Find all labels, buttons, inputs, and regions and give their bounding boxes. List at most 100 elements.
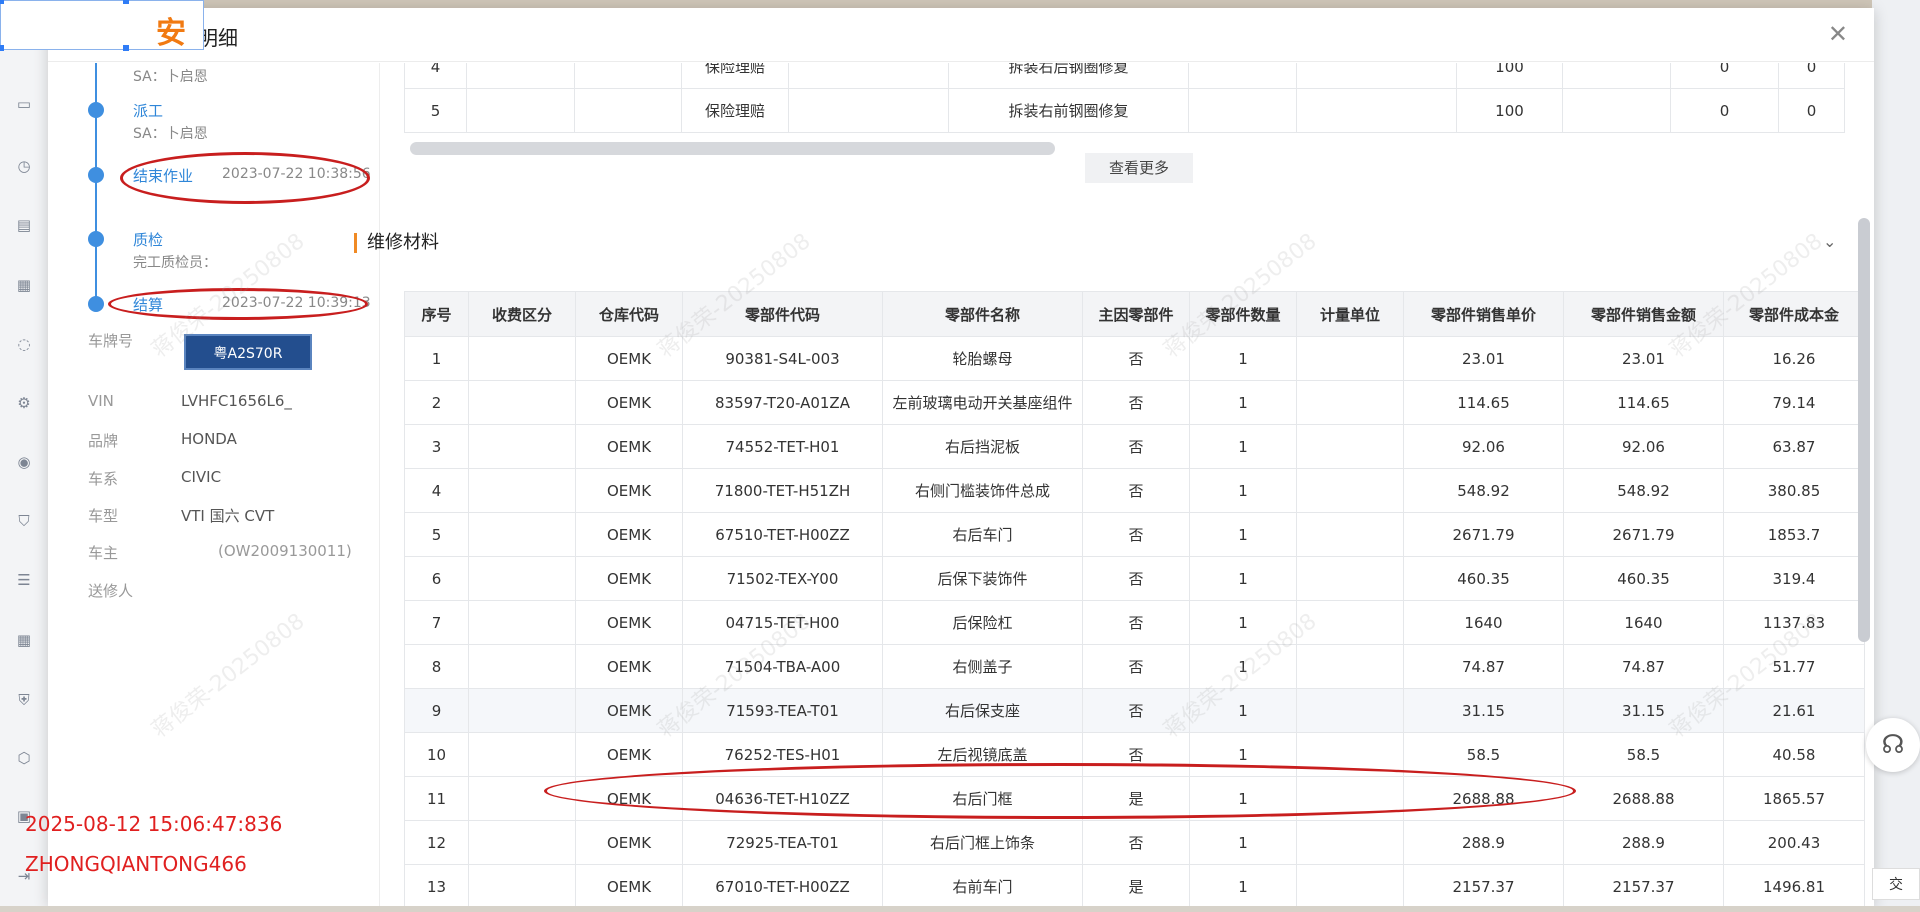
table-cell: 1	[1189, 512, 1297, 557]
table-row[interactable]: 6 OEMK 71502-TEX-Y00 后保下装饰件否 1 460.35 460.35 31…	[404, 556, 1865, 601]
table-cell: 右后车门	[882, 512, 1083, 557]
horizontal-scrollbar[interactable]	[410, 142, 1055, 155]
modal-header: 记录明细 ✕	[48, 8, 1874, 62]
field-value-model: VTI 国六 CVT	[181, 507, 275, 525]
table-cell: 是	[1082, 864, 1190, 906]
table-cell: 保险理赔	[681, 88, 789, 133]
table-cell: 90381-S4L-003	[682, 336, 883, 381]
field-label-model: 车型	[88, 507, 119, 525]
table-cell	[788, 63, 949, 89]
table-cell	[468, 864, 576, 906]
table-cell: OEMK	[575, 468, 683, 513]
table-cell: 2671.79	[1563, 512, 1724, 557]
column-header: 收费区分	[468, 291, 576, 337]
chevron-down-icon[interactable]: ⌄	[1823, 232, 1836, 251]
plate-label: 车牌号	[88, 332, 134, 350]
table-cell	[1562, 88, 1671, 133]
table-cell: 1865.57	[1723, 776, 1865, 821]
table-row[interactable]: 5 OEMK 67510-TET-H00ZZ 右后车门否 1 2671.79 2671.79…	[404, 512, 1865, 557]
settings-icon[interactable]: ⚙	[14, 393, 34, 413]
table-cell: 83597-T20-A01ZA	[682, 380, 883, 425]
table-cell: 否	[1082, 424, 1190, 469]
table-row[interactable]: 1 OEMK 90381-S4L-003 轮胎螺母否 1 23.01 23.01 16.26	[404, 336, 1865, 381]
table-cell	[468, 556, 576, 601]
cube-icon[interactable]: ⬡	[14, 748, 34, 768]
table-cell: 1640	[1563, 600, 1724, 645]
table-cell: 1640	[1403, 600, 1564, 645]
table-cell: 2157.37	[1563, 864, 1724, 906]
table-cell: 74.87	[1403, 644, 1564, 689]
close-icon[interactable]: ✕	[1828, 22, 1848, 46]
table-cell: 1853.7	[1723, 512, 1865, 557]
table-cell: 40.58	[1723, 732, 1865, 777]
column-header: 序号	[404, 291, 469, 337]
table-cell: 拆装右前钢圈修复	[948, 88, 1189, 133]
clipboard-icon[interactable]: ▤	[14, 215, 34, 235]
column-header: 计量单位	[1296, 291, 1404, 337]
user-icon[interactable]: ◉	[14, 452, 34, 472]
clock-icon[interactable]: ◷	[14, 156, 34, 176]
table-cell	[468, 380, 576, 425]
table-cell: 5	[404, 512, 469, 557]
table-cell: 后保下装饰件	[882, 556, 1083, 601]
list-icon[interactable]: ☰	[14, 570, 34, 590]
table-cell: 1	[1189, 468, 1297, 513]
table-cell	[1188, 88, 1297, 133]
selection-handle	[123, 0, 129, 4]
vertical-scrollbar[interactable]	[1858, 218, 1870, 642]
table-cell: 72925-TEA-T01	[682, 820, 883, 865]
timeline-line	[95, 63, 97, 303]
table-cell	[468, 820, 576, 865]
table-cell: 79.14	[1723, 380, 1865, 425]
table-cell: 右后门框上饰条	[882, 820, 1083, 865]
view-more-button[interactable]: 查看更多	[1085, 153, 1193, 183]
table-cell: 否	[1082, 556, 1190, 601]
annotation-ellipse	[544, 763, 1576, 819]
table-cell: 3	[404, 424, 469, 469]
table-cell: 31.15	[1403, 688, 1564, 733]
table-cell	[1296, 424, 1404, 469]
table-cell	[1562, 63, 1671, 89]
annotation-ellipse	[120, 152, 370, 204]
table-cell: 0	[1778, 63, 1845, 89]
table-cell: 0	[1670, 88, 1779, 133]
field-value-owner: (OW2009130011)	[218, 542, 352, 560]
table-row[interactable]: 9 OEMK 71593-TEA-T01 右后保支座否 1 31.15 31.15 21.61	[404, 688, 1865, 733]
table-cell	[1296, 864, 1404, 906]
table-cell: 114.65	[1563, 380, 1724, 425]
table-cell: 2157.37	[1403, 864, 1564, 906]
submit-button[interactable]: 交	[1872, 868, 1920, 900]
table-cell: 7	[404, 600, 469, 645]
labor-items-table: 4 保险理赔 拆装右后钢圈修复 100 0 0 5 保险理赔 拆装右前钢圈修复 100 0 0	[404, 63, 1845, 133]
table-row[interactable]: 3 OEMK 74552-TET-H01 右后挡泥板否 1 92.06 92.06 63.87	[404, 424, 1865, 469]
table-cell: 否	[1082, 600, 1190, 645]
background-right	[1872, 0, 1920, 912]
table-cell	[468, 600, 576, 645]
table-row[interactable]: 12 OEMK 72925-TEA-T01 右后门框上饰条否 1 288.9 288.9 20…	[404, 820, 1865, 865]
table-cell: 1	[1189, 336, 1297, 381]
table-cell	[1296, 336, 1404, 381]
customer-service-icon[interactable]: ☊	[1866, 718, 1920, 772]
table-cell	[468, 424, 576, 469]
table-row: 5 保险理赔 拆装右前钢圈修复 100 0 0	[404, 88, 1845, 133]
logo-text: 安	[156, 16, 186, 51]
table-cell	[1296, 644, 1404, 689]
table-cell: 200.43	[1723, 820, 1865, 865]
timeline-dot	[88, 167, 104, 183]
chat-icon[interactable]: ◌	[14, 334, 34, 354]
grid-icon[interactable]: ▦	[14, 275, 34, 295]
table-row[interactable]: 7 OEMK 04715-TET-H00 后保险杠否 1 1640 1640 1137.83	[404, 600, 1865, 645]
field-label-brand: 品牌	[88, 432, 119, 450]
table-cell: 1	[1189, 864, 1297, 906]
shield-icon[interactable]: ⛉	[14, 511, 34, 531]
security-icon[interactable]: ⛨	[14, 690, 34, 710]
table-row[interactable]: 13 OEMK 67010-TET-H00ZZ 右前车门是 1 2157.37 2157.3…	[404, 864, 1865, 906]
field-label-series: 车系	[88, 470, 119, 488]
apps-icon[interactable]: ▦	[14, 630, 34, 650]
table-row[interactable]: 2 OEMK 83597-T20-A01ZA 左前玻璃电动开关基座组件否 1 114.65…	[404, 380, 1865, 425]
table-row[interactable]: 8 OEMK 71504-TBA-A00 右侧盖子否 1 74.87 74.87 51.77	[404, 644, 1865, 689]
field-value-vin: LVHFC1656L6_	[181, 392, 292, 410]
monitor-icon[interactable]: ▭	[14, 94, 34, 114]
table-cell: 13	[404, 864, 469, 906]
table-row[interactable]: 4 OEMK 71800-TET-H51ZH 右侧门槛装饰件总成否 1 548.92 548…	[404, 468, 1865, 513]
